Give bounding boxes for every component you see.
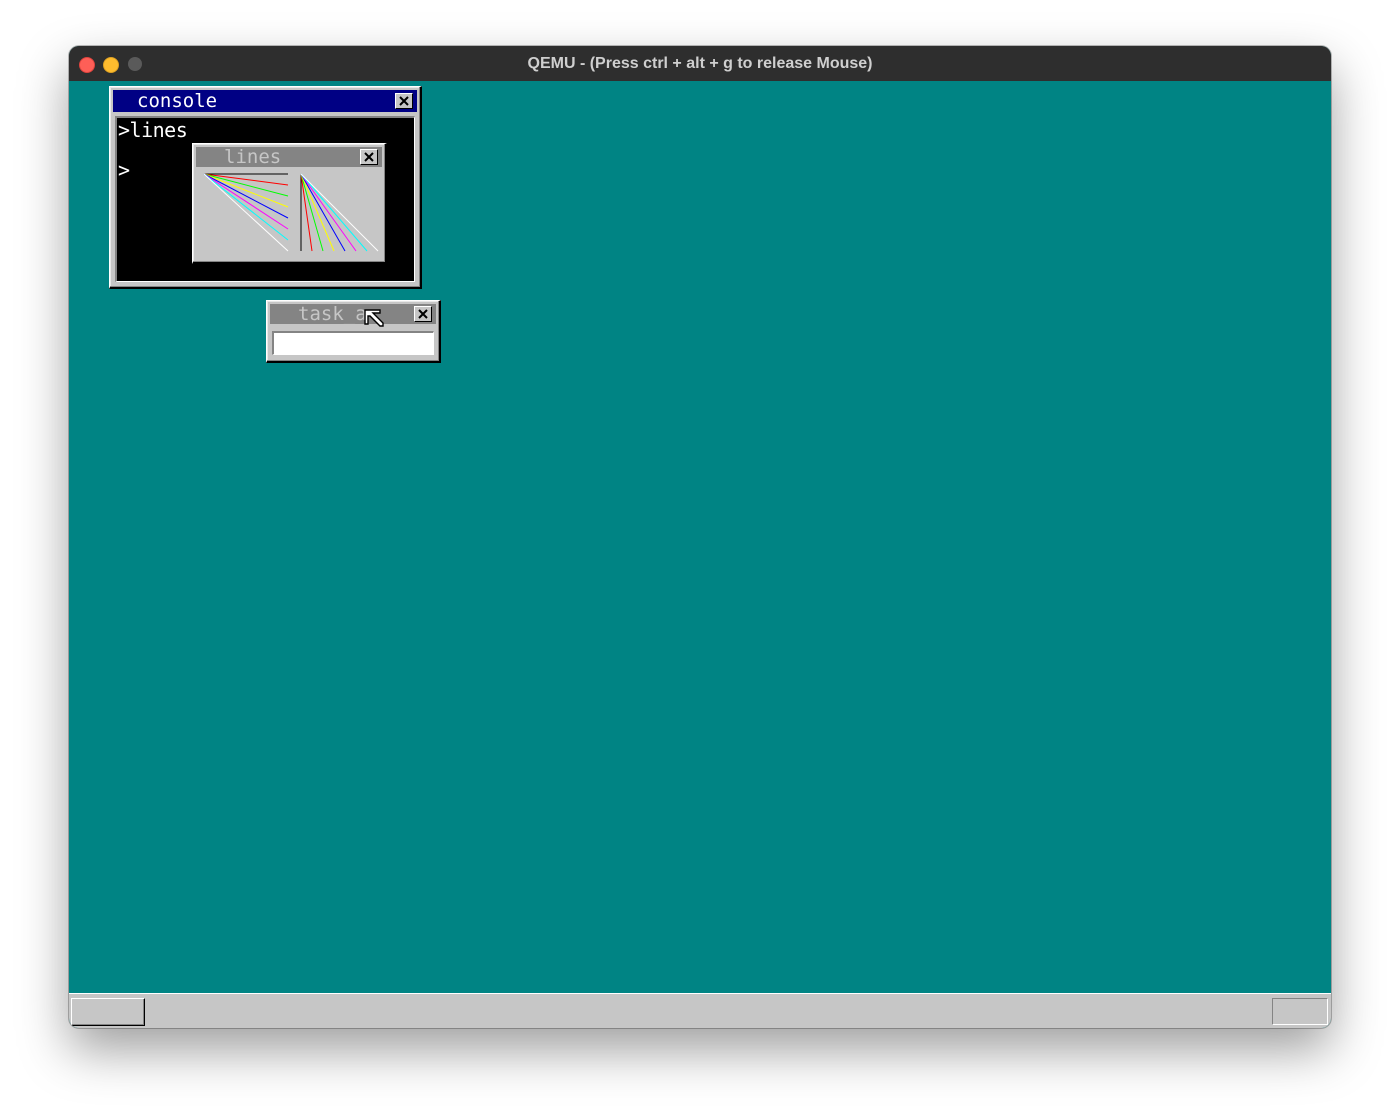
- task-a-title-bar[interactable]: task_a: [270, 304, 436, 324]
- fan-line-right-4: [300, 173, 346, 252]
- console-title: console: [137, 90, 218, 112]
- mouse-pointer-icon: [364, 309, 384, 327]
- task-a-window[interactable]: task_a: [266, 300, 441, 363]
- fan-line-right-7: [300, 173, 379, 252]
- console-title-bar[interactable]: console: [113, 90, 417, 112]
- window-title: QEMU - (Press ctrl + alt + g to release …: [527, 55, 873, 72]
- task-a-close-button[interactable]: [414, 306, 432, 322]
- close-x-icon: [399, 96, 409, 106]
- console-prompt: >: [118, 158, 130, 182]
- close-x-icon: [364, 152, 374, 162]
- fan-line-left-5: [203, 173, 289, 230]
- console-close-button[interactable]: [395, 93, 413, 109]
- lines-title-bar[interactable]: lines: [196, 147, 382, 167]
- lines-title: lines: [224, 146, 282, 168]
- close-x-icon: [418, 309, 428, 319]
- task-a-title: task_a: [298, 303, 367, 325]
- fan-line-right-6: [300, 173, 368, 252]
- fan-line-left-7: [203, 173, 289, 252]
- start-button[interactable]: [71, 998, 145, 1026]
- console-line: >lines: [118, 118, 188, 142]
- lines-close-button[interactable]: [360, 149, 378, 165]
- system-tray: [1272, 998, 1328, 1025]
- desktop[interactable]: console >lines > lines task_a: [69, 81, 1331, 1028]
- qemu-window: QEMU - (Press ctrl + alt + g to release …: [69, 46, 1331, 1028]
- task-a-text-input[interactable]: [272, 331, 434, 355]
- lines-window[interactable]: lines: [192, 143, 387, 264]
- taskbar: [69, 993, 1331, 1028]
- title-bar[interactable]: QEMU - (Press ctrl + alt + g to release …: [69, 46, 1331, 82]
- lines-canvas: [196, 171, 380, 255]
- fan-line-right-5: [300, 173, 357, 252]
- fan-line-left-6: [203, 173, 289, 241]
- fan-line-left-4: [203, 173, 289, 219]
